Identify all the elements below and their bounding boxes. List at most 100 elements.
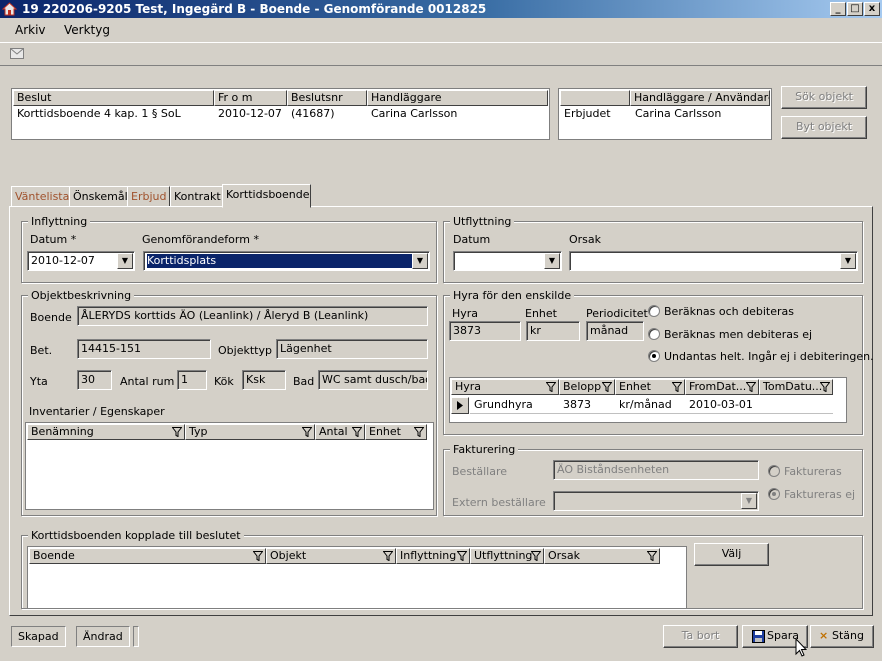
table-cell[interactable]: Erbjudet <box>561 106 630 122</box>
column-header-benamning[interactable]: Benämning <box>27 424 185 440</box>
filter-icon[interactable] <box>820 382 830 392</box>
filter-icon[interactable] <box>172 427 182 437</box>
filter-icon[interactable] <box>253 551 263 561</box>
menu-bar: Arkiv Verktyg <box>0 19 882 41</box>
radio-beraknas-och-debiteras[interactable] <box>648 305 660 317</box>
filter-icon[interactable] <box>414 427 424 437</box>
close-button[interactable]: x <box>864 2 880 16</box>
genomforandeform-select[interactable]: Korttidsplats ▼ <box>143 251 430 271</box>
column-header-tomdatum[interactable]: TomDatu... <box>759 379 833 395</box>
column-header-boende[interactable]: Boende <box>29 548 266 564</box>
beslut-grid[interactable]: Beslut Fr o m Beslutsnr Handläggare Kort… <box>11 88 550 140</box>
chevron-down-icon[interactable]: ▼ <box>544 253 560 269</box>
filter-icon[interactable] <box>531 551 541 561</box>
radio-faktureras-ej[interactable] <box>768 488 780 500</box>
filter-icon[interactable] <box>302 427 312 437</box>
ta-bort-button[interactable]: Ta bort <box>663 625 738 648</box>
sok-objekt-button[interactable]: Sök objekt <box>781 86 867 109</box>
tab-onskemal[interactable]: Önskemål <box>69 186 132 207</box>
header-label: Antal <box>319 425 348 438</box>
header-label: TomDatu... <box>763 380 823 393</box>
inventarier-grid[interactable]: Benämning Typ Antal Enhet <box>25 422 434 510</box>
column-header-utflyttning[interactable]: Utflyttning <box>470 548 544 564</box>
column-header-beslut[interactable]: Beslut <box>13 90 214 106</box>
table-cell[interactable]: 3873 <box>560 397 615 413</box>
radio-faktureras[interactable] <box>768 465 780 477</box>
mail-icon[interactable] <box>10 48 24 59</box>
table-cell[interactable]: kr/månad <box>616 397 685 413</box>
utflyttning-datum-field[interactable]: ▼ <box>453 251 562 271</box>
group-title: Inflyttning <box>28 215 91 228</box>
tab-kontrakt[interactable]: Kontrakt <box>170 186 225 207</box>
radio-beraknas-men-debiteras-ej[interactable] <box>648 328 660 340</box>
chevron-down-icon[interactable]: ▼ <box>840 253 856 269</box>
column-header-enhet[interactable]: Enhet <box>615 379 685 395</box>
maximize-button[interactable]: □ <box>847 2 863 16</box>
kopplade-grid[interactable]: Boende Objekt Inflyttning Utflyttning Or… <box>27 546 687 609</box>
hyra-grid[interactable]: Hyra Belopp Enhet FromDat... TomDatu... … <box>449 377 847 423</box>
menu-arkiv[interactable]: Arkiv <box>15 23 46 37</box>
filter-icon[interactable] <box>746 382 756 392</box>
table-cell[interactable]: (41687) <box>288 106 367 122</box>
table-cell[interactable]: Carina Carlsson <box>368 106 548 122</box>
column-header-beslutsnr[interactable]: Beslutsnr <box>287 90 367 106</box>
orsak-select[interactable]: ▼ <box>569 251 858 271</box>
genomforandeform-label: Genomförandeform * <box>142 233 259 246</box>
header-label: Typ <box>189 425 208 438</box>
byt-objekt-button[interactable]: Byt objekt <box>781 116 867 139</box>
table-cell[interactable]: Grundhyra <box>471 397 559 413</box>
yta-label: Yta <box>30 375 48 388</box>
filter-icon[interactable] <box>457 551 467 561</box>
filter-icon[interactable] <box>383 551 393 561</box>
column-header-inflyttning[interactable]: Inflyttning <box>396 548 470 564</box>
table-cell[interactable]: 2010-03-01 <box>686 397 759 413</box>
chevron-down-icon[interactable]: ▼ <box>412 253 428 269</box>
column-header-typ[interactable]: Typ <box>185 424 315 440</box>
menu-verktyg[interactable]: Verktyg <box>64 23 110 37</box>
inflyttning-datum-field[interactable]: 2010-12-07 ▼ <box>27 251 135 271</box>
column-header-fromdatum[interactable]: FromDat... <box>685 379 759 395</box>
radio-undantas-helt[interactable] <box>648 350 660 362</box>
header-label: Utflyttning <box>474 549 533 562</box>
column-header-empty[interactable] <box>560 90 630 106</box>
stang-button[interactable]: × Stäng <box>810 625 874 648</box>
column-header-antal[interactable]: Antal <box>315 424 365 440</box>
tab-vantelista[interactable]: Väntelista <box>11 186 74 207</box>
filter-icon[interactable] <box>602 382 612 392</box>
column-header-belopp[interactable]: Belopp <box>559 379 615 395</box>
status-spacer <box>133 626 139 647</box>
header-label: FromDat... <box>689 380 747 393</box>
tab-korttidsboende[interactable]: Korttidsboende <box>222 184 311 208</box>
column-header-objekt[interactable]: Objekt <box>266 548 396 564</box>
hyra-label: Hyra <box>452 307 479 320</box>
table-cell[interactable]: 2010-12-07 <box>215 106 287 122</box>
filter-icon[interactable] <box>546 382 556 392</box>
group-title: Utflyttning <box>450 215 515 228</box>
column-header-handlaggare[interactable]: Handläggare <box>367 90 548 106</box>
valj-button[interactable]: Välj <box>694 543 769 566</box>
filter-icon[interactable] <box>352 427 362 437</box>
table-cell[interactable] <box>760 397 833 413</box>
row-selector[interactable] <box>451 397 469 414</box>
tab-label: Erbjud <box>131 190 167 203</box>
table-cell[interactable]: Korttidsboende 4 kap. 1 § SoL <box>14 106 214 122</box>
datum-label: Datum * <box>30 233 77 246</box>
column-header-from[interactable]: Fr o m <box>214 90 287 106</box>
header-label: Objekt <box>270 549 307 562</box>
tab-erbjud[interactable]: Erbjud <box>127 186 171 207</box>
handlaggare-grid[interactable]: Handläggare / Användare Erbjudet Carina … <box>558 88 772 140</box>
column-header-handlaggare-anvandare[interactable]: Handläggare / Användare <box>630 90 770 106</box>
filter-icon[interactable] <box>672 382 682 392</box>
column-header-orsak[interactable]: Orsak <box>544 548 660 564</box>
filter-icon[interactable] <box>647 551 657 561</box>
chevron-down-icon[interactable]: ▼ <box>741 493 757 509</box>
toolbar <box>0 42 882 66</box>
header-label: Benämning <box>31 425 94 438</box>
column-header-hyra[interactable]: Hyra <box>451 379 559 395</box>
table-cell[interactable]: Carina Carlsson <box>632 106 770 122</box>
tab-label: Korttidsboende <box>226 188 310 201</box>
column-header-enhet[interactable]: Enhet <box>365 424 427 440</box>
extern-bestallare-select[interactable]: ▼ <box>553 491 759 511</box>
chevron-down-icon[interactable]: ▼ <box>117 253 133 269</box>
minimize-button[interactable]: _ <box>830 2 846 16</box>
